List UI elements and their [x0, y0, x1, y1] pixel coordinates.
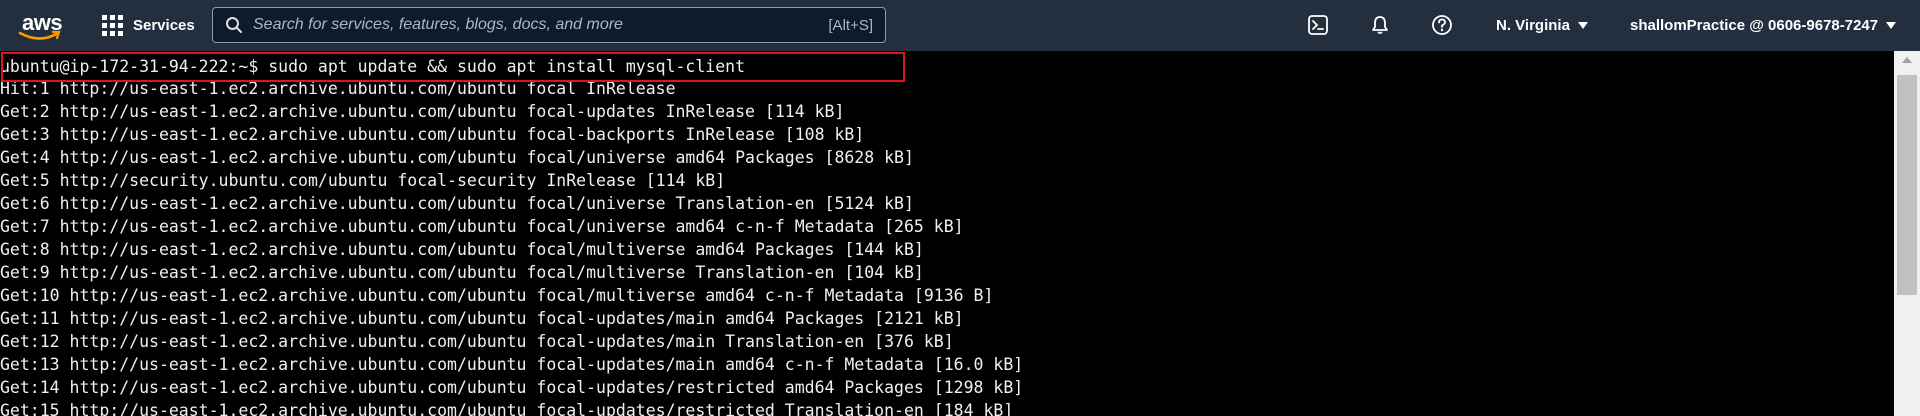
services-menu-button[interactable]: Services: [102, 0, 195, 51]
terminal-line: Get:15 http://us-east-1.ec2.archive.ubun…: [0, 401, 1014, 416]
terminal-line: Get:12 http://us-east-1.ec2.archive.ubun…: [0, 332, 954, 351]
search-shortcut-hint: [Alt+S]: [828, 16, 873, 34]
bell-icon[interactable]: [1368, 13, 1392, 37]
chevron-down-icon: [1577, 22, 1588, 29]
services-grid-icon: [102, 15, 123, 36]
search-bar[interactable]: [Alt+S]: [212, 7, 886, 43]
scroll-up-arrow-icon[interactable]: [1902, 57, 1912, 63]
chevron-down-icon: [1886, 22, 1897, 29]
account-menu[interactable]: shallomPractice @ 0606-9678-7247: [1630, 0, 1897, 51]
terminal-line: Get:2 http://us-east-1.ec2.archive.ubunt…: [0, 102, 845, 121]
command-highlight-box: [1, 52, 905, 82]
terminal-output[interactable]: ubuntu@ip-172-31-94-222:~$ sudo apt upda…: [0, 51, 1894, 416]
terminal-line: Get:14 http://us-east-1.ec2.archive.ubun…: [0, 378, 1024, 397]
region-label: N. Virginia: [1496, 17, 1570, 34]
aws-top-nav: aws Services [Alt+S]: [0, 0, 1920, 51]
aws-logo[interactable]: aws: [16, 8, 68, 42]
search-icon: [226, 17, 242, 33]
terminal-line: Get:9 http://us-east-1.ec2.archive.ubunt…: [0, 263, 924, 282]
aws-smile-icon: [18, 30, 61, 40]
region-selector[interactable]: N. Virginia: [1496, 0, 1588, 51]
cloudshell-icon[interactable]: [1306, 13, 1330, 37]
terminal-line: Get:3 http://us-east-1.ec2.archive.ubunt…: [0, 125, 865, 144]
terminal-line: Get:10 http://us-east-1.ec2.archive.ubun…: [0, 286, 994, 305]
search-input[interactable]: [253, 16, 829, 34]
terminal-line: Get:13 http://us-east-1.ec2.archive.ubun…: [0, 355, 1024, 374]
scrollbar-thumb[interactable]: [1897, 75, 1917, 295]
terminal-line: Get:7 http://us-east-1.ec2.archive.ubunt…: [0, 217, 964, 236]
terminal-line: Get:8 http://us-east-1.ec2.archive.ubunt…: [0, 240, 924, 259]
services-label: Services: [133, 17, 195, 34]
terminal-scrollbar[interactable]: [1894, 51, 1920, 416]
account-label: shallomPractice @ 0606-9678-7247: [1630, 17, 1879, 34]
terminal-line: Get:5 http://security.ubuntu.com/ubuntu …: [0, 171, 726, 190]
terminal-line: Get:11 http://us-east-1.ec2.archive.ubun…: [0, 309, 964, 328]
help-icon[interactable]: [1430, 13, 1454, 37]
terminal-line: Get:6 http://us-east-1.ec2.archive.ubunt…: [0, 194, 914, 213]
terminal-line: Get:4 http://us-east-1.ec2.archive.ubunt…: [0, 148, 914, 167]
